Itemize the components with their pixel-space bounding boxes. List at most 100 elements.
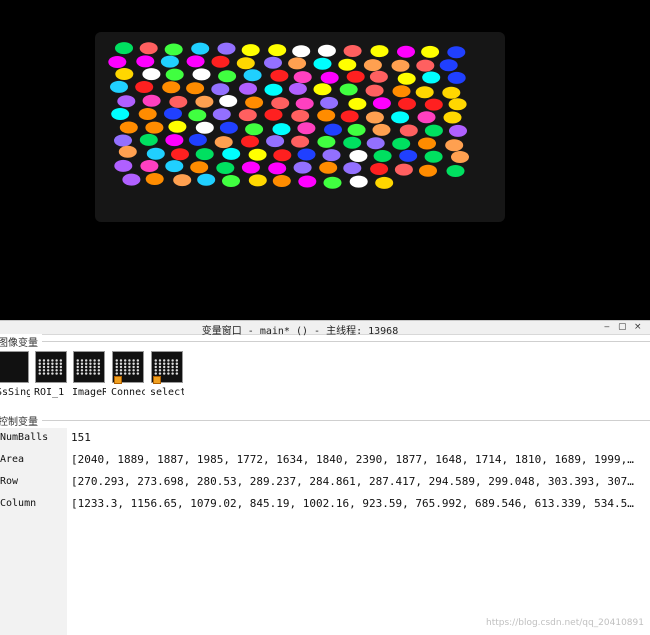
ball-region <box>298 175 317 188</box>
ball-region <box>391 111 410 124</box>
table-row[interactable]: NumBalls 151 <box>0 428 650 450</box>
ball-region <box>273 149 292 162</box>
ball-region <box>373 150 392 162</box>
ball-region <box>190 161 209 174</box>
ball-region <box>446 165 465 177</box>
ball-region <box>347 123 366 136</box>
ball-region <box>264 108 283 121</box>
ball-region <box>238 109 257 122</box>
ball-region <box>442 86 461 99</box>
ball-region <box>419 164 437 177</box>
ball-region <box>188 133 207 146</box>
ball-region <box>138 108 157 120</box>
ball-region <box>349 175 368 188</box>
variable-window-titlebar: 变量窗口 - main* () - 主线程: 13968 ‒ ▢ × <box>0 320 650 337</box>
ball-region <box>241 161 260 174</box>
ball-region <box>392 85 411 98</box>
image-variable-item[interactable]: SsSing <box>0 349 30 401</box>
ball-region <box>449 124 467 137</box>
ball-region <box>139 42 158 55</box>
variable-name: Area <box>0 450 67 472</box>
ball-region <box>264 56 282 69</box>
ball-region <box>397 72 416 85</box>
ball-region <box>399 149 418 162</box>
ball-region <box>439 59 458 72</box>
image-variable-item[interactable]: ROI_1 <box>34 349 68 401</box>
lock-icon <box>114 376 122 384</box>
ball-region <box>241 135 259 148</box>
ball-region <box>398 97 416 110</box>
ball-region <box>422 71 441 84</box>
name-column-fill <box>0 516 67 635</box>
ball-region <box>394 163 413 176</box>
image-variables-header: 图像变量 <box>0 334 650 349</box>
ball-region <box>245 96 264 109</box>
variable-name: Row <box>0 472 67 494</box>
image-viewer[interactable] <box>0 0 650 320</box>
ball-region <box>162 81 181 94</box>
image-variables-list: SsSing ROI_1 ImageR Connec select <box>0 349 650 405</box>
image-variable-item[interactable]: Connec <box>111 349 145 401</box>
table-row[interactable]: Area [2040, 1889, 1887, 1985, 1772, 1634,… <box>0 450 650 472</box>
ball-region <box>451 151 469 163</box>
image-variable-item[interactable]: ImageR <box>72 349 106 401</box>
ball-region <box>195 95 214 108</box>
ball-region <box>424 124 443 137</box>
ball-region <box>291 109 310 122</box>
ball-region <box>216 162 235 174</box>
ball-region <box>365 84 384 97</box>
ball-region <box>272 175 291 187</box>
image-variable-item[interactable]: select <box>150 349 184 401</box>
ball-region <box>313 83 332 96</box>
ball-region <box>160 55 179 68</box>
image-variables-label: 图像变量 <box>0 334 42 349</box>
ball-region <box>322 149 341 162</box>
ball-region <box>424 98 443 111</box>
ball-region <box>136 55 155 68</box>
ball-region <box>139 133 158 146</box>
ball-region <box>241 44 260 57</box>
ball-region <box>338 58 357 71</box>
ball-region <box>118 145 137 158</box>
ball-region <box>363 59 382 72</box>
ball-region <box>365 111 384 124</box>
table-row[interactable]: Row [270.293, 273.698, 280.53, 289.237, 2… <box>0 472 650 494</box>
ball-region <box>243 69 262 82</box>
ball-region <box>165 68 184 81</box>
ball-region <box>145 173 164 185</box>
image-thumbnail-icon <box>73 351 105 383</box>
ball-region <box>340 110 359 123</box>
ball-region <box>165 134 184 147</box>
variable-value: [2040, 1889, 1887, 1985, 1772, 1634, 184… <box>69 450 650 472</box>
ball-region <box>317 135 336 148</box>
ball-region <box>188 109 207 122</box>
maximize-icon[interactable]: ▢ <box>618 321 627 334</box>
ball-region <box>146 147 165 160</box>
ball-region <box>222 147 241 160</box>
ball-region <box>324 123 342 136</box>
minimize-icon[interactable]: ‒ <box>604 321 610 334</box>
table-row[interactable]: Column [1233.3, 1156.65, 1079.02, 845.19,… <box>0 494 650 516</box>
ball-region <box>114 134 132 147</box>
ball-region <box>448 98 467 111</box>
ball-region <box>271 97 290 110</box>
ball-region <box>219 121 238 134</box>
ball-region <box>168 120 187 133</box>
ball-region <box>366 137 385 150</box>
ball-region <box>293 71 312 84</box>
close-icon[interactable]: × <box>634 321 642 334</box>
ball-region <box>217 42 236 55</box>
segmented-balls-image <box>95 32 505 222</box>
ball-region <box>212 108 231 121</box>
ball-region <box>339 83 358 96</box>
variable-name: Column <box>0 494 67 516</box>
variable-value: [270.293, 273.698, 280.53, 289.237, 284.… <box>71 475 634 488</box>
ball-region <box>140 160 159 172</box>
ball-region <box>222 175 240 187</box>
ball-region <box>115 68 134 80</box>
image-variable-label: select <box>150 387 184 398</box>
ball-region <box>110 80 128 93</box>
ball-region <box>211 83 230 96</box>
ball-region <box>197 173 216 186</box>
ball-region <box>349 150 368 162</box>
